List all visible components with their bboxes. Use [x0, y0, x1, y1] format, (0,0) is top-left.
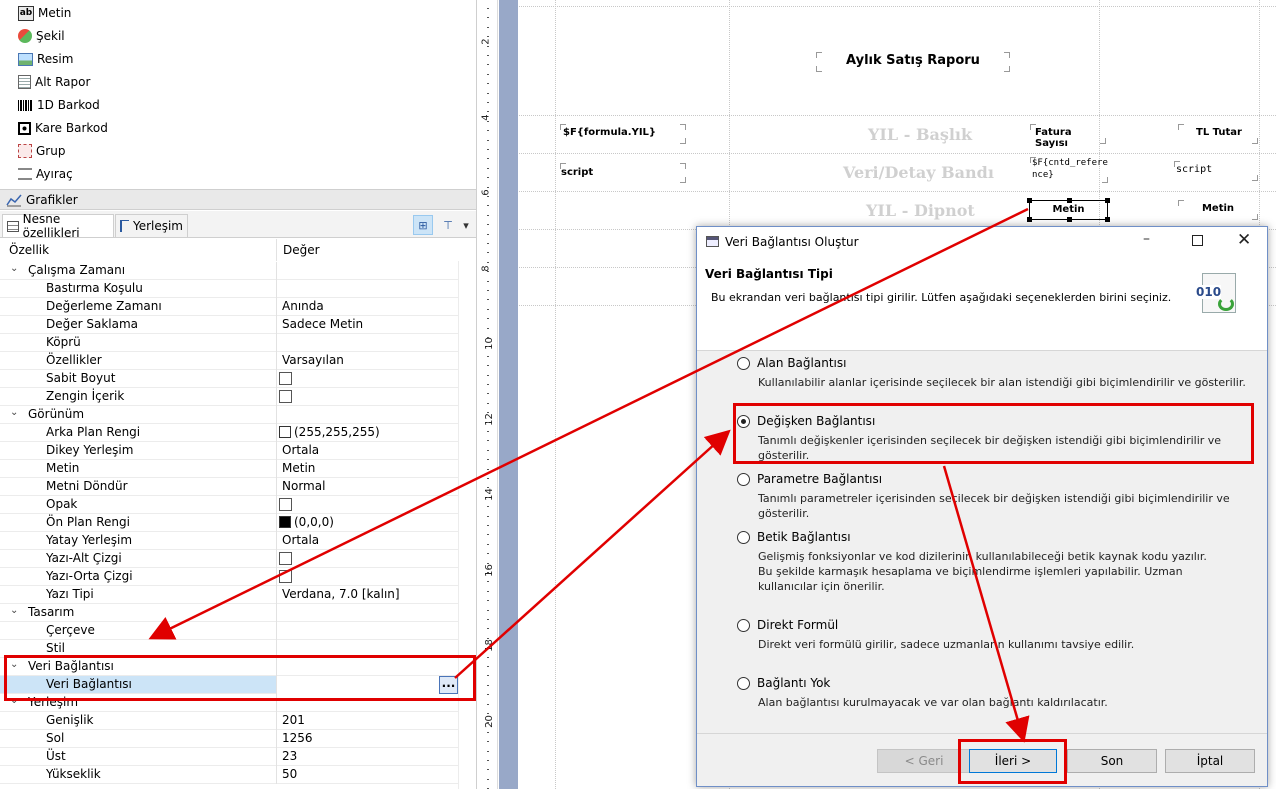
arrow-field-to-property [148, 207, 1029, 640]
annotation-arrows [148, 207, 1030, 743]
arrow-option-to-next [942, 465, 1030, 743]
